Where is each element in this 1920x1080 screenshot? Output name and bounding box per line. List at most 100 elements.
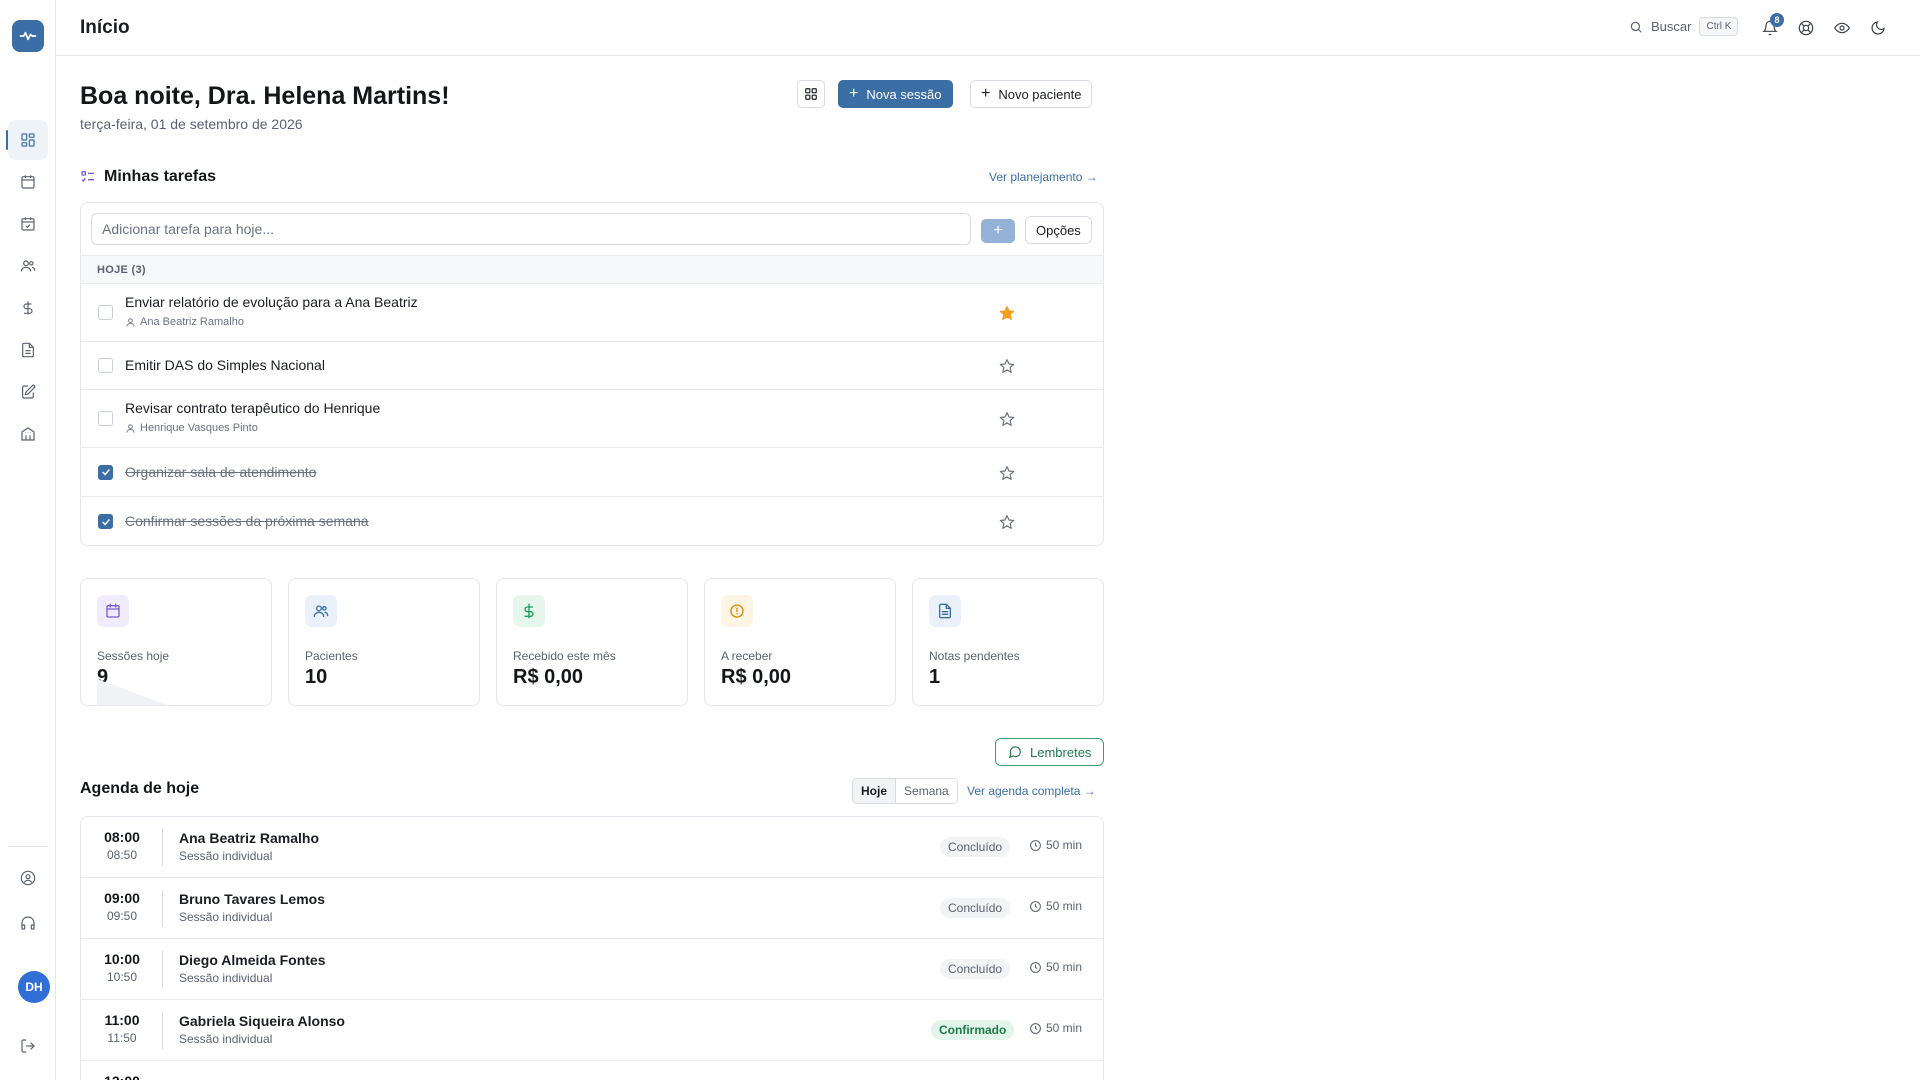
star-icon[interactable] bbox=[999, 514, 1015, 530]
reminders-button[interactable]: Lembretes bbox=[995, 738, 1105, 766]
user-icon bbox=[126, 423, 135, 433]
appointment-duration: 50 min bbox=[1029, 838, 1082, 852]
status-badge: Confirmado bbox=[931, 1020, 1015, 1040]
appointment-row[interactable]: 10:00 10:50 Diego Almeida Fontes Sessão ind… bbox=[81, 939, 1103, 1000]
plus-icon: + bbox=[849, 85, 859, 102]
appointment-divider bbox=[162, 951, 163, 988]
search-button[interactable]: Buscar Ctrl K bbox=[1629, 17, 1739, 36]
full-agenda-link[interactable]: Ver agenda completa → bbox=[967, 784, 1096, 798]
nav-schedule[interactable] bbox=[8, 204, 48, 244]
task-checkbox[interactable] bbox=[98, 411, 113, 426]
clock-icon bbox=[1030, 1022, 1041, 1034]
task-title[interactable]: Organizar sala de atendimento bbox=[125, 464, 316, 480]
agenda-card: 08:00 08:50 Ana Beatriz Ramalho Sessão indi… bbox=[80, 816, 1104, 1080]
lifebuoy-icon bbox=[1798, 20, 1814, 36]
task-title[interactable]: Emitir DAS do Simples Nacional bbox=[125, 357, 325, 373]
nav-logout[interactable] bbox=[8, 1026, 48, 1066]
star-icon[interactable] bbox=[999, 465, 1015, 481]
dollar-icon bbox=[23, 301, 33, 315]
users-icon bbox=[313, 605, 329, 617]
page-title: Início bbox=[80, 17, 130, 38]
appointment-patient: Ana Beatriz Ramalho bbox=[179, 830, 320, 846]
nav-notes[interactable] bbox=[8, 372, 48, 412]
appointment-type: Sessão individual bbox=[179, 1032, 273, 1046]
tab-today[interactable]: Hoje bbox=[853, 779, 897, 803]
appointment-row[interactable]: 11:00 11:50 Gabriela Siqueira Alonso Sessão… bbox=[81, 1000, 1103, 1061]
appointment-row[interactable]: 08:00 08:50 Ana Beatriz Ramalho Sessão indi… bbox=[81, 817, 1103, 878]
stat-icon-wrap bbox=[513, 595, 545, 627]
stat-icon-wrap bbox=[97, 595, 129, 627]
task-row: Revisar contrato terapêutico do Henrique… bbox=[81, 389, 1103, 447]
task-title[interactable]: Confirmar sessões da próxima semana bbox=[125, 513, 369, 529]
app-logo[interactable] bbox=[12, 20, 44, 52]
new-patient-label: Novo paciente bbox=[998, 86, 1082, 102]
appointment-start: 09:00 bbox=[104, 890, 140, 906]
stat-card[interactable]: Sessões hoje 9 bbox=[80, 578, 272, 706]
new-patient-button[interactable]: + Novo paciente bbox=[970, 80, 1093, 108]
star-icon[interactable] bbox=[999, 305, 1015, 321]
appointment-duration: 50 min bbox=[1029, 1021, 1082, 1035]
appointment-end: 09:50 bbox=[106, 909, 138, 923]
nav-finance[interactable] bbox=[8, 288, 48, 328]
task-row: Enviar relatório de evolução para a Ana … bbox=[81, 283, 1103, 341]
stat-value: R$ 0,00 bbox=[721, 666, 792, 688]
edit-document-icon bbox=[22, 384, 36, 399]
theme-toggle[interactable] bbox=[1866, 16, 1890, 40]
nav-patients[interactable] bbox=[8, 246, 48, 286]
reminders-label: Lembretes bbox=[1030, 744, 1092, 760]
stat-card[interactable]: A receber R$ 0,00 bbox=[704, 578, 896, 706]
stat-icon-wrap bbox=[721, 595, 753, 627]
stat-card[interactable]: Pacientes 10 bbox=[288, 578, 480, 706]
duration-label: 50 min bbox=[1046, 1021, 1083, 1035]
nav-profile[interactable] bbox=[8, 858, 48, 898]
stat-label: Recebido este mês bbox=[513, 649, 616, 663]
layout-button[interactable] bbox=[797, 80, 825, 108]
task-patient-name: Ana Beatriz Ramalho bbox=[140, 316, 244, 328]
star-icon[interactable] bbox=[999, 411, 1015, 427]
stat-label: Sessões hoje bbox=[97, 649, 170, 663]
appointment-start: 11:00 bbox=[104, 1012, 140, 1028]
appointment-row[interactable]: 12:00 bbox=[81, 1061, 1103, 1080]
list-check-icon bbox=[81, 171, 94, 183]
stat-card[interactable]: Notas pendentes 1 bbox=[912, 578, 1104, 706]
stat-card[interactable]: Recebido este mês R$ 0,00 bbox=[496, 578, 688, 706]
pulse-icon bbox=[19, 31, 37, 41]
nav-support[interactable] bbox=[8, 903, 48, 943]
stat-label: Notas pendentes bbox=[929, 649, 1020, 663]
stat-label: Pacientes bbox=[305, 649, 358, 663]
appointment-divider bbox=[162, 890, 163, 927]
privacy-toggle[interactable] bbox=[1830, 16, 1854, 40]
notifications-button[interactable]: 8 bbox=[1758, 13, 1784, 40]
task-checkbox[interactable] bbox=[98, 514, 113, 529]
appointment-duration: 50 min bbox=[1029, 960, 1082, 974]
avatar[interactable]: DH bbox=[18, 971, 50, 1003]
task-checkbox[interactable] bbox=[98, 305, 113, 320]
appointment-type: Sessão individual bbox=[179, 910, 273, 924]
status-badge: Concluído bbox=[940, 837, 1011, 857]
agenda-section-title: Agenda de hoje bbox=[80, 780, 199, 798]
appointment-row[interactable]: 09:00 09:50 Bruno Tavares Lemos Sessão indi… bbox=[81, 878, 1103, 939]
task-title[interactable]: Enviar relatório de evolução para a Ana … bbox=[125, 294, 418, 310]
task-checkbox[interactable] bbox=[98, 464, 113, 480]
tab-week[interactable]: Semana bbox=[896, 779, 957, 803]
stat-value: 10 bbox=[305, 666, 328, 688]
star-icon[interactable] bbox=[999, 358, 1015, 374]
task-checkbox[interactable] bbox=[98, 358, 113, 373]
headphones-icon bbox=[21, 916, 35, 930]
nav-dashboard[interactable] bbox=[6, 120, 48, 160]
task-title[interactable]: Revisar contrato terapêutico do Henrique bbox=[125, 400, 380, 416]
tasks-section-title: Minhas tarefas bbox=[80, 168, 216, 186]
nav-clinic[interactable] bbox=[8, 414, 48, 454]
add-task-button[interactable]: + bbox=[981, 219, 1015, 243]
search-label: Buscar bbox=[1651, 19, 1692, 34]
nav-documents[interactable] bbox=[8, 330, 48, 370]
nav-calendar[interactable] bbox=[8, 162, 48, 202]
add-task-input[interactable] bbox=[91, 213, 971, 245]
help-button[interactable] bbox=[1794, 16, 1818, 40]
planning-link[interactable]: Ver planejamento → bbox=[989, 170, 1098, 184]
task-options-button[interactable]: Opções bbox=[1025, 216, 1092, 244]
new-session-button[interactable]: + Nova sessão bbox=[838, 80, 953, 108]
duration-label: 50 min bbox=[1046, 960, 1083, 974]
building-icon bbox=[21, 427, 35, 441]
user-icon bbox=[126, 317, 135, 327]
